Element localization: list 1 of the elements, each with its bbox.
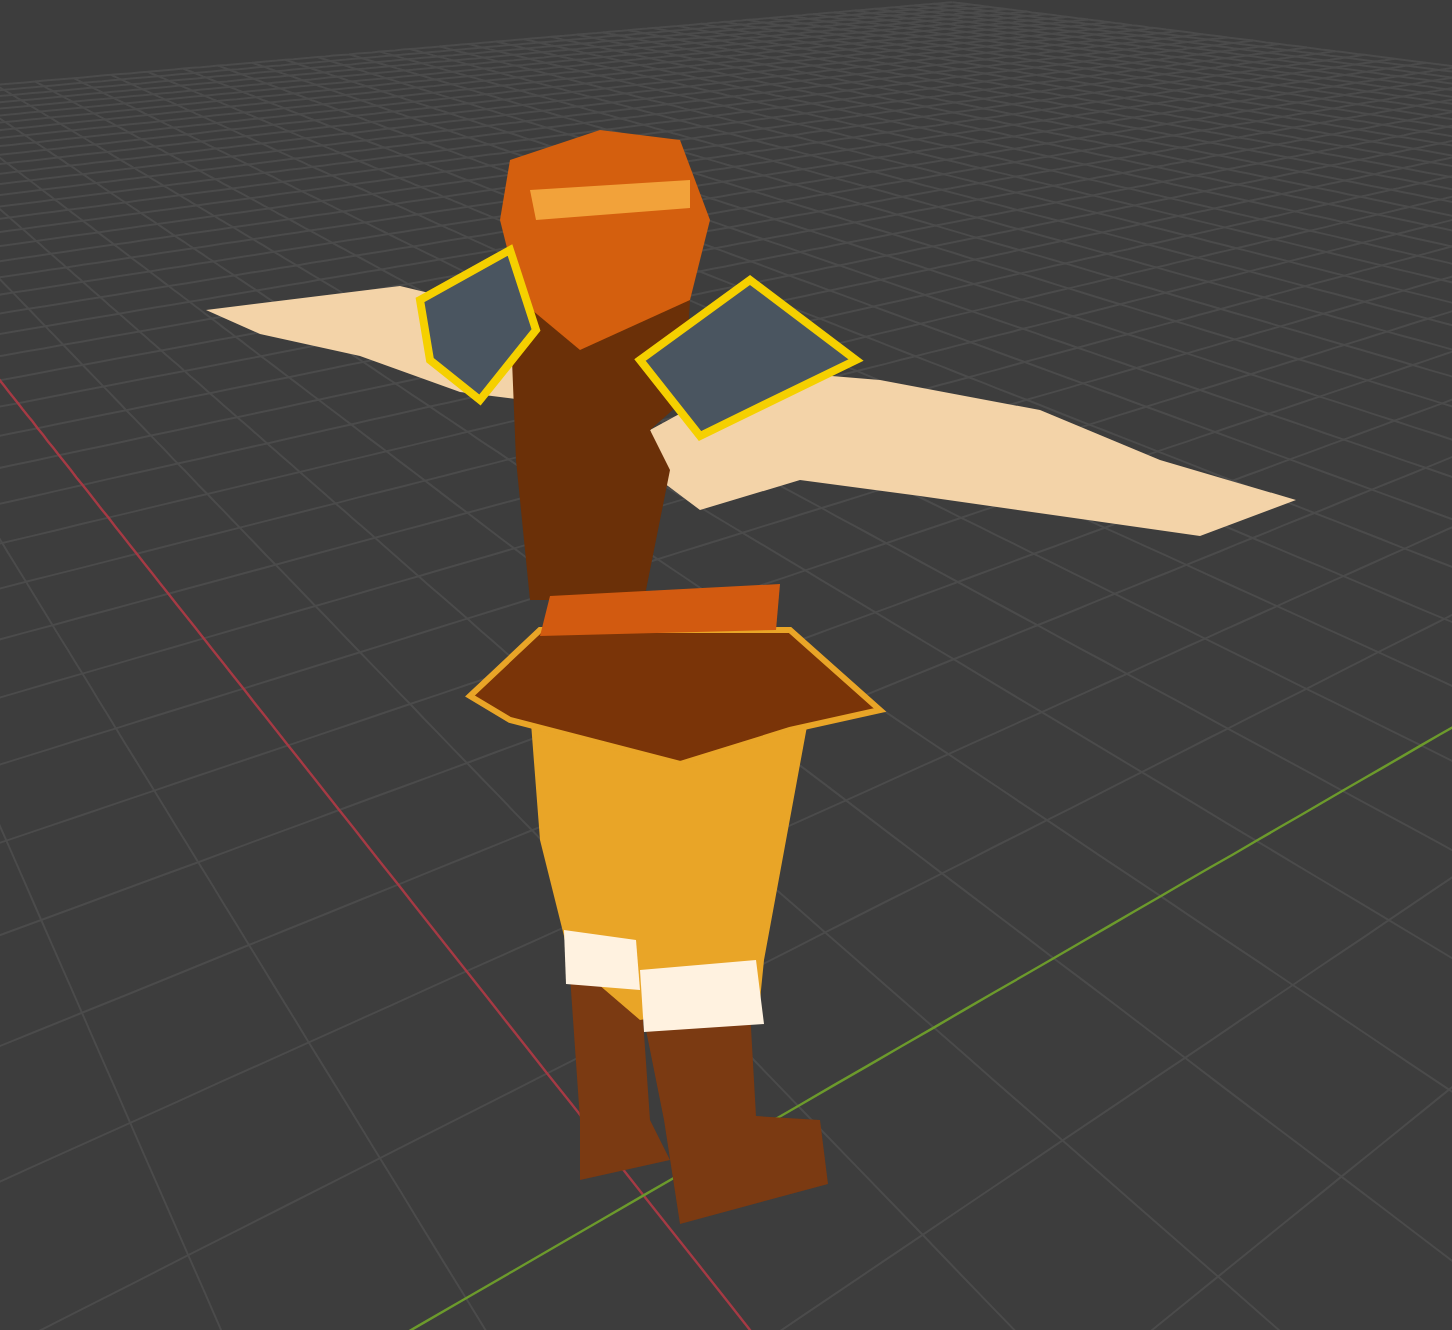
character-model-drawing[interactable] bbox=[206, 130, 1296, 1224]
